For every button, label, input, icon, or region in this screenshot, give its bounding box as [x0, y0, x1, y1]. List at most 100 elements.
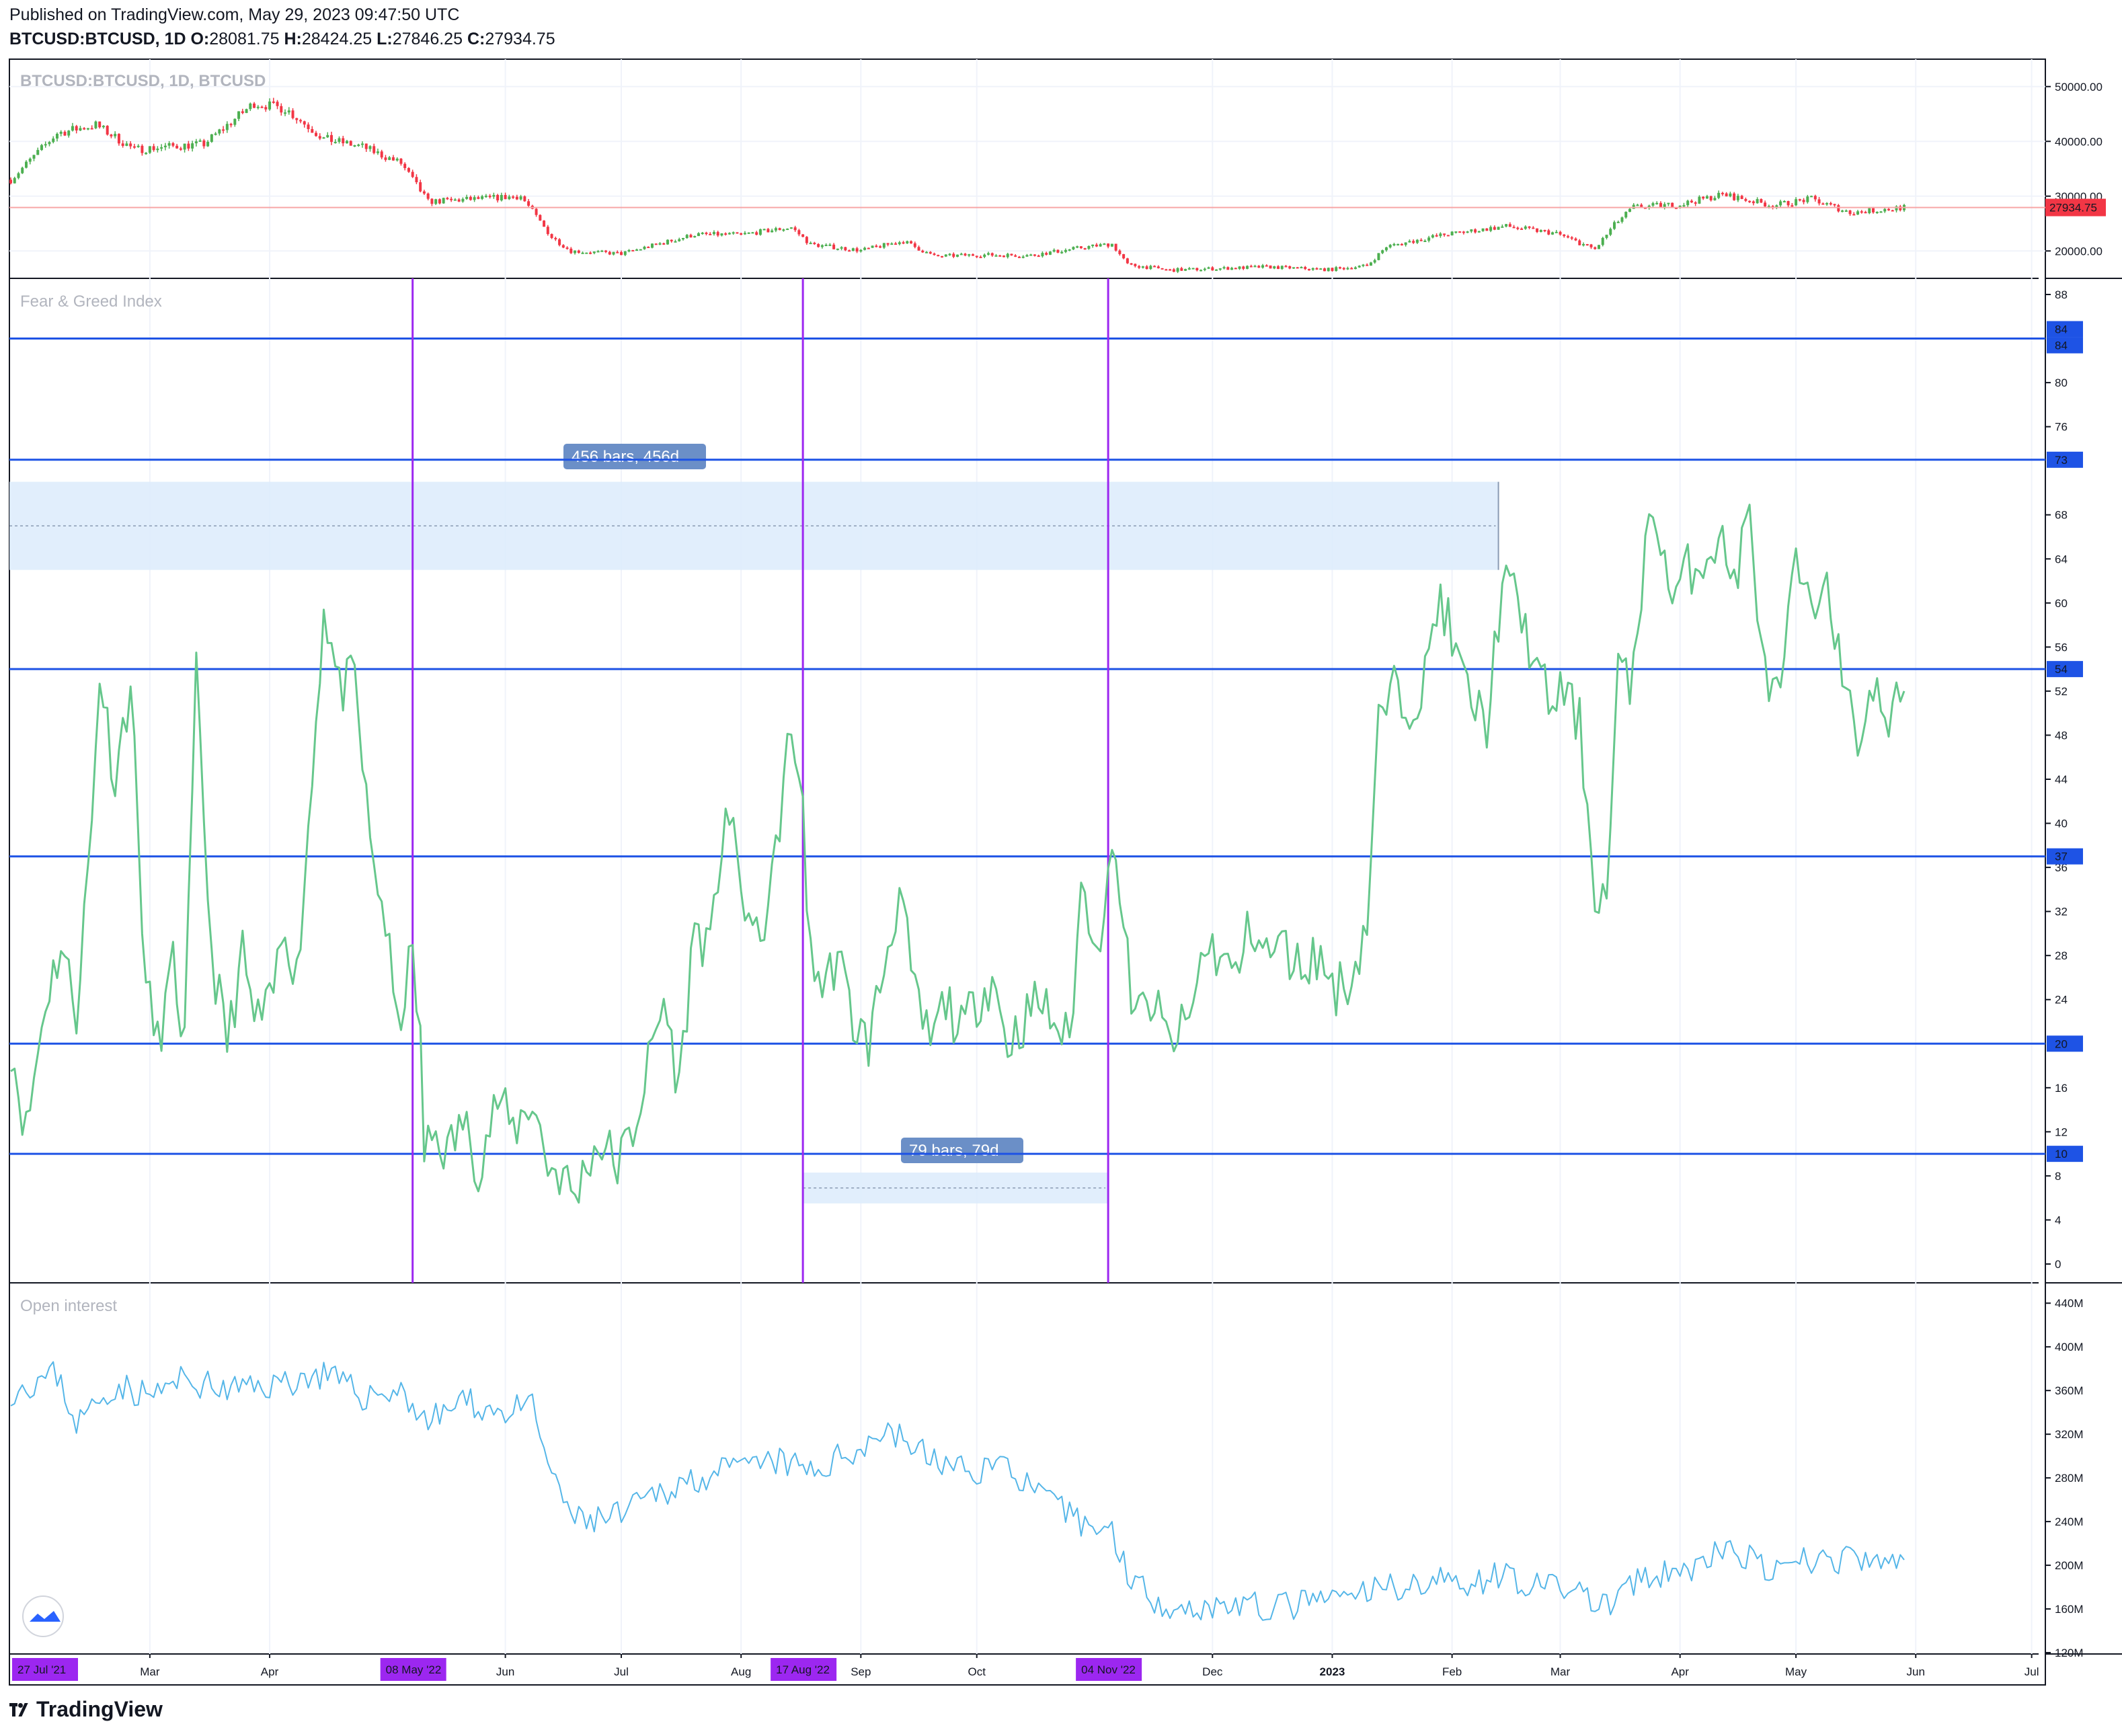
candle-body [867, 247, 870, 249]
candle-body [1114, 243, 1117, 251]
candle-body [1690, 200, 1693, 202]
candle-body [187, 143, 190, 149]
candle-body [546, 227, 549, 235]
tradingview-mark-icon [9, 1703, 30, 1718]
candle-body [1481, 228, 1485, 231]
candle-body [871, 245, 874, 248]
tradingview-logo[interactable]: TradingView [9, 1697, 163, 1722]
candle-body [902, 242, 905, 244]
candle-body [403, 163, 407, 168]
candle-body [1744, 198, 1747, 201]
candle-body [98, 121, 102, 128]
candle-body [492, 195, 496, 197]
candle-body [504, 195, 507, 200]
candle-body [728, 233, 731, 235]
candle-body [1474, 229, 1477, 233]
price-pane-title: BTCUSD:BTCUSD, 1D, BTCUSD [20, 72, 266, 90]
candle-body [674, 241, 677, 243]
time-tick-label: Aug [731, 1665, 751, 1678]
date-highlight-label: 17 Aug '22 [776, 1663, 830, 1676]
candle-body [720, 233, 723, 236]
candle-body [990, 253, 994, 256]
candle-body [24, 161, 28, 168]
chart-canvas[interactable]: 50000.0040000.0030000.0020000.00BTCUSD:B… [0, 0, 2122, 1736]
candle-body [616, 251, 619, 253]
candle-body [848, 250, 851, 252]
candle-body [709, 233, 712, 235]
candle-body [1721, 192, 1724, 194]
candle-body [832, 244, 836, 249]
candle-body [689, 235, 693, 238]
candle-body [114, 134, 117, 136]
candle-body [481, 196, 484, 199]
candle-body [1891, 210, 1894, 212]
candle-body [944, 254, 947, 257]
candle-body [307, 124, 310, 130]
candle-body [264, 107, 268, 110]
candle-body [1156, 266, 1160, 268]
candle-body [1555, 231, 1558, 233]
candle-body [198, 140, 202, 142]
level-badge-label: 84 [2055, 340, 2068, 352]
candle-body [1261, 265, 1265, 268]
candle-body [1311, 268, 1314, 270]
date-highlight-label: 27 Jul '21 [17, 1663, 66, 1676]
candle-body [1021, 256, 1025, 258]
candle-body [937, 255, 940, 257]
candle-body [1497, 227, 1500, 230]
candle-body [1327, 268, 1330, 272]
candle-body [1103, 243, 1106, 245]
candle-body [407, 167, 410, 172]
candle-body [1052, 249, 1056, 252]
candle-body [1547, 230, 1550, 235]
candle-body [372, 146, 376, 153]
candle-body [1307, 269, 1310, 271]
candle-body [736, 232, 739, 234]
candle-body [1879, 211, 1883, 213]
candle-body [1095, 244, 1098, 247]
candle-body [59, 132, 63, 134]
candle-body [1284, 266, 1288, 268]
candle-body [1087, 245, 1091, 249]
time-tick-label: Oct [968, 1665, 986, 1678]
candle-body [434, 199, 438, 204]
candle-body [222, 129, 225, 131]
candle-body [771, 230, 774, 233]
candle-body [349, 141, 352, 146]
candle-body [291, 110, 294, 118]
candle-body [539, 214, 542, 221]
candle-body [1342, 268, 1345, 270]
candle-body [241, 111, 244, 114]
candle-body [145, 153, 148, 155]
candle-body [1017, 256, 1021, 258]
candle-body [1736, 196, 1739, 200]
candle-body [395, 158, 399, 161]
candle-body [1134, 264, 1137, 266]
time-tick-label: Apr [1671, 1665, 1689, 1678]
candle-body [75, 126, 78, 131]
candle-body [1717, 192, 1721, 198]
candle-body [1161, 268, 1164, 270]
candle-body [326, 134, 329, 138]
candle-body [345, 141, 348, 144]
candle-body [913, 243, 916, 247]
candle-body [79, 128, 82, 131]
candle-body [1609, 229, 1612, 235]
candle-body [1512, 227, 1516, 229]
candle-body [1064, 249, 1067, 252]
candle-body [419, 182, 422, 192]
candle-body [1118, 250, 1122, 254]
time-tick-label: Jul [2025, 1665, 2039, 1678]
candle-body [1145, 266, 1148, 270]
candle-body [681, 238, 684, 240]
candle-body [1752, 201, 1755, 204]
candle-body [1215, 269, 1218, 271]
candle-body [1667, 202, 1670, 204]
candle-body [1887, 208, 1891, 210]
candle-body [1574, 238, 1577, 241]
candle-body [1725, 193, 1728, 197]
candle-body [1249, 266, 1253, 268]
candle-body [747, 232, 750, 234]
candle-body [1802, 200, 1805, 202]
candle-body [315, 132, 318, 136]
